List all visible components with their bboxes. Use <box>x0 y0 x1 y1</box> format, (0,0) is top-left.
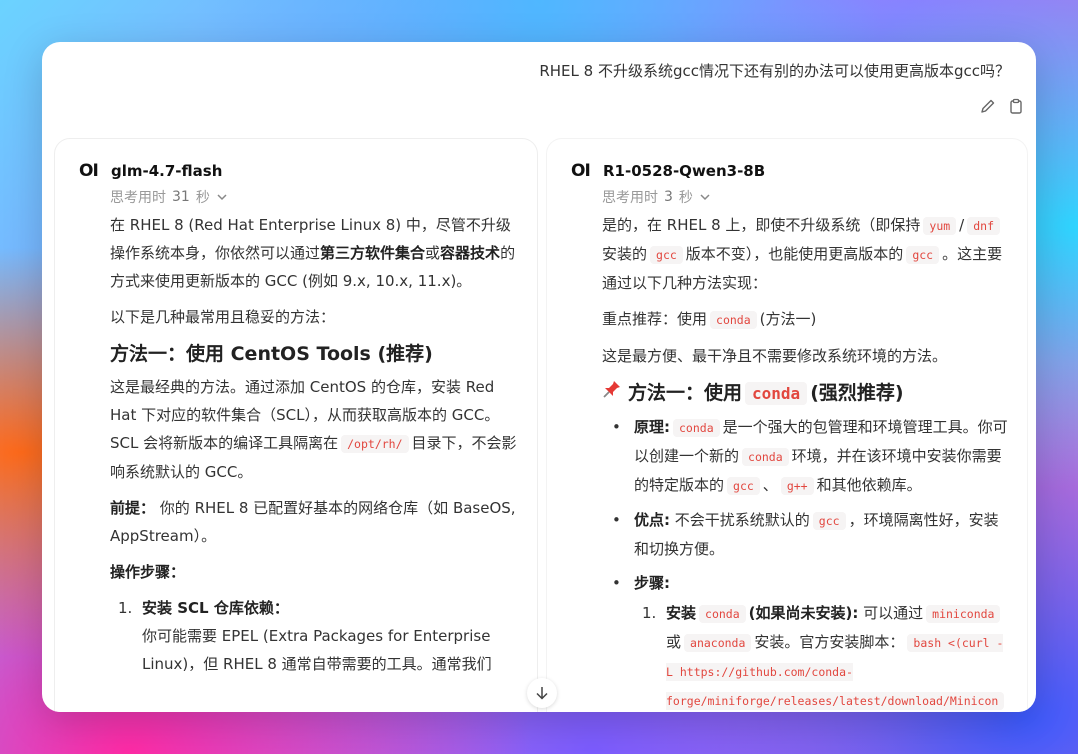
thinking-unit: 秒 <box>678 190 693 206</box>
clipboard-icon[interactable] <box>1008 98 1024 114</box>
intro-paragraph: 在 RHEL 8 (Red Hat Enterprise Linux 8) 中，… <box>110 216 516 290</box>
method-one-paragraph: 这是最经典的方法。通过添加 CentOS 的仓库，安装 Red Hat 下对应的… <box>110 378 517 481</box>
thinking-label: 思考用时 <box>110 190 166 206</box>
chevron-down-icon <box>217 194 227 201</box>
thinking-toggle[interactable]: 思考用时 31 秒 <box>110 187 228 207</box>
easy-paragraph: 这是最方便、最干净且不需要修改系统环境的方法。 <box>602 347 948 365</box>
method-one-heading: 方法一：使用 conda (强烈推荐) <box>602 378 1009 409</box>
thinking-label: 思考用时 <box>602 190 658 206</box>
inline-code: /opt/rh/ <box>341 435 409 453</box>
steps-list: 1. 安装 SCL 仓库依赖： 你可能需要 EPEL (Extra Packag… <box>110 594 519 678</box>
response-panel-left: OI glm-4.7-flash 思考用时 31 秒 在 RHEL 8 (Red H… <box>54 138 538 712</box>
list-item: 步骤: 1.安装conda(如果尚未安装): 可以通过miniconda或ana… <box>602 569 1009 712</box>
response-content: 是的，在 RHEL 8 上，即使不升级系统（即保持 yum / dnf安装的 gcc 版本… <box>602 211 1009 712</box>
steps-heading: 操作步骤： <box>110 563 186 581</box>
user-question: RHEL 8 不升级系统gcc情况下还有别的办法可以使用更高版本gcc吗？ <box>539 62 1010 80</box>
prerequisite-paragraph: 前提： 你的 RHEL 8 已配置好基本的网络仓库（如 BaseOS, AppS… <box>110 499 516 545</box>
arrow-down-icon <box>536 687 548 700</box>
list-item: 1. 安装 conda (如果尚未安装): 可以通过 miniconda或 anacond… <box>642 604 1005 710</box>
recommend-paragraph: 重点推荐：使用 conda (方法一) <box>602 310 817 329</box>
method-bullets: 原理:conda是一个强大的包管理和环境管理工具。你可以创建一个新的conda环… <box>602 413 1009 712</box>
question-toolbar <box>980 98 1024 114</box>
thinking-toggle[interactable]: 思考用时 3 秒 <box>602 187 711 207</box>
pushpin-icon <box>602 378 622 408</box>
list-item: 原理:conda是一个强大的包管理和环境管理工具。你可以创建一个新的conda环… <box>602 413 1009 500</box>
pencil-icon[interactable] <box>980 98 996 114</box>
model-name: glm-4.7-flash <box>111 162 223 180</box>
model-header: OI glm-4.7-flash <box>79 161 222 181</box>
model-header: OI R1-0528-Qwen3-8B <box>571 161 765 181</box>
list-item: 1. 安装 SCL 仓库依赖： 你可能需要 EPEL (Extra Packag… <box>118 599 492 673</box>
model-logo: OI <box>571 161 591 181</box>
thinking-seconds: 3 <box>664 189 673 205</box>
model-logo: OI <box>79 161 99 181</box>
method-one-heading: 方法一：使用 CentOS Tools (推荐) <box>110 343 433 365</box>
intro-paragraph: 是的，在 RHEL 8 上，即使不升级系统（即保持 yum / dnf安装的 gcc 版本… <box>602 216 1003 292</box>
scroll-down-button[interactable] <box>527 678 557 708</box>
response-panel-right: OI R1-0528-Qwen3-8B 思考用时 3 秒 是的，在 RHEL 8 上… <box>546 138 1028 712</box>
chat-window: RHEL 8 不升级系统gcc情况下还有别的办法可以使用更高版本gcc吗？ OI… <box>42 42 1036 712</box>
common-methods-text: 以下是几种最常用且稳妥的方法： <box>110 308 336 326</box>
list-item: 优点: 不会干扰系统默认的gcc，环境隔离性好，安装和切换方便。 <box>602 506 1009 563</box>
thinking-seconds: 31 <box>172 189 190 205</box>
chevron-down-icon <box>700 194 710 201</box>
model-name: R1-0528-Qwen3-8B <box>603 162 766 180</box>
thinking-unit: 秒 <box>195 190 210 206</box>
response-content: 在 RHEL 8 (Red Hat Enterprise Linux 8) 中，… <box>110 211 519 678</box>
steps-list: 1. 安装 conda (如果尚未安装): 可以通过 miniconda或 anacond… <box>634 599 1009 712</box>
